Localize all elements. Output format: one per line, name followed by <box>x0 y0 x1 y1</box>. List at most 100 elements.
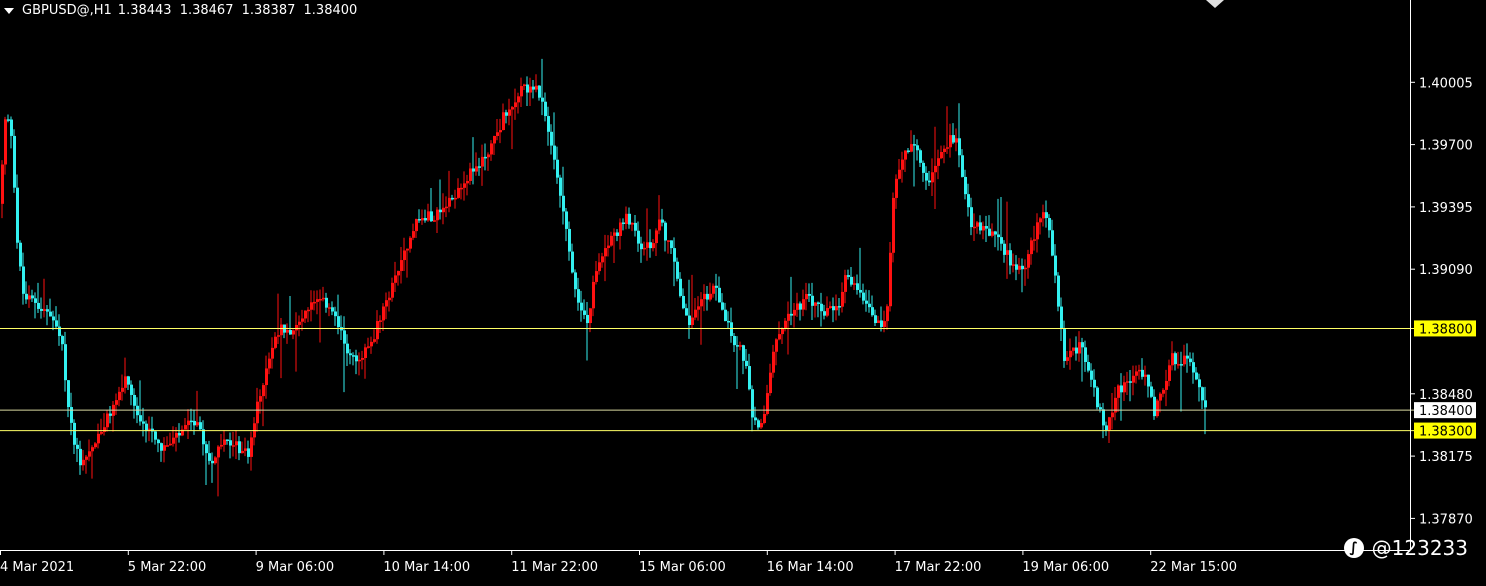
candle-body <box>880 320 883 327</box>
candle <box>529 77 532 106</box>
candle <box>1090 363 1093 387</box>
y-tick-label: 1.37870 <box>1419 512 1473 527</box>
candle-body <box>982 226 985 231</box>
chart[interactable]: 1.40005 1.39700 1.39395 1.39090 1.38480 1.381… <box>0 0 1486 582</box>
candle-body <box>571 251 574 273</box>
candle <box>994 230 997 248</box>
candle-body <box>673 248 676 262</box>
candle-body <box>454 197 457 200</box>
candle-body <box>427 211 430 221</box>
candle <box>1201 386 1204 410</box>
candle <box>553 112 556 170</box>
candle-body <box>391 282 394 298</box>
candle <box>1186 343 1189 373</box>
candle-body <box>466 180 469 184</box>
candle-body <box>580 302 583 311</box>
candle-body <box>892 197 895 253</box>
candle-body <box>1153 396 1156 417</box>
candle <box>406 248 409 278</box>
candle <box>319 289 322 343</box>
candle-body <box>916 145 919 151</box>
candle-body <box>721 302 724 310</box>
candle-body <box>748 366 751 390</box>
candle-body <box>25 293 28 300</box>
candle-body <box>607 245 610 249</box>
candle-body <box>67 380 70 408</box>
dropdown-triangle-icon[interactable] <box>4 7 14 14</box>
candle-body <box>1198 379 1201 388</box>
candle <box>640 236 643 263</box>
candle <box>1108 416 1111 444</box>
candle <box>64 331 67 392</box>
candle <box>442 193 445 225</box>
candle-body <box>1006 250 1009 255</box>
candle <box>1084 340 1087 372</box>
candle <box>376 310 379 344</box>
candle <box>70 392 73 436</box>
candle <box>577 277 580 311</box>
candle <box>1195 367 1198 381</box>
candle <box>340 315 343 340</box>
candle-body <box>1138 369 1141 372</box>
candle-body <box>211 460 214 464</box>
candle <box>547 106 550 146</box>
candle <box>298 315 301 337</box>
candle-body <box>598 262 601 272</box>
candle <box>1165 369 1168 407</box>
candle <box>415 218 418 238</box>
candle-body <box>523 84 526 87</box>
candle-body <box>139 415 142 422</box>
candle-body <box>484 156 487 159</box>
candle <box>664 220 667 252</box>
candle <box>412 223 415 241</box>
candle <box>211 452 214 483</box>
candle <box>169 432 172 446</box>
candle-body <box>1141 369 1144 377</box>
watermark: ∫ @123233 <box>1343 536 1468 560</box>
candle-body <box>361 358 364 360</box>
candle <box>1033 225 1036 251</box>
candle <box>958 103 961 168</box>
candle-body <box>832 306 835 311</box>
candle-body <box>1072 347 1075 351</box>
candle <box>1141 358 1144 380</box>
candle <box>115 393 118 415</box>
candle <box>1159 392 1162 413</box>
candle-body <box>94 443 97 448</box>
candle-body <box>325 297 328 308</box>
candle-body <box>610 235 613 246</box>
candle-body <box>850 276 853 285</box>
candle-body <box>529 86 532 93</box>
candle-body <box>1057 275 1060 307</box>
candle <box>43 278 46 318</box>
candle <box>952 123 955 145</box>
candle-body <box>874 315 877 324</box>
shift-marker-icon[interactable] <box>1206 0 1224 8</box>
candle <box>205 441 208 485</box>
candle <box>1156 398 1159 418</box>
candle <box>691 274 694 329</box>
candle-body <box>670 240 673 249</box>
candle-body <box>265 368 268 386</box>
candle-body <box>826 308 829 316</box>
candlestick-chart[interactable]: 1.40005 1.39700 1.39395 1.39090 1.38480 1.381… <box>0 0 1486 582</box>
candle-body <box>322 297 325 300</box>
candle <box>751 385 754 432</box>
candle <box>451 194 454 201</box>
candle-body <box>31 295 34 299</box>
candle <box>1189 352 1192 367</box>
candle-body <box>553 145 556 160</box>
candle <box>985 215 988 243</box>
candle-body <box>865 300 868 304</box>
candle <box>46 305 49 326</box>
candle <box>781 327 784 345</box>
candle-body <box>1132 375 1135 383</box>
candle <box>178 423 181 443</box>
candle-body <box>1168 365 1171 381</box>
candle-body <box>760 423 763 428</box>
candle-body <box>331 307 334 312</box>
candle-body <box>817 302 820 304</box>
candle <box>901 151 904 183</box>
level-lines <box>0 327 1414 432</box>
candle <box>352 352 355 366</box>
